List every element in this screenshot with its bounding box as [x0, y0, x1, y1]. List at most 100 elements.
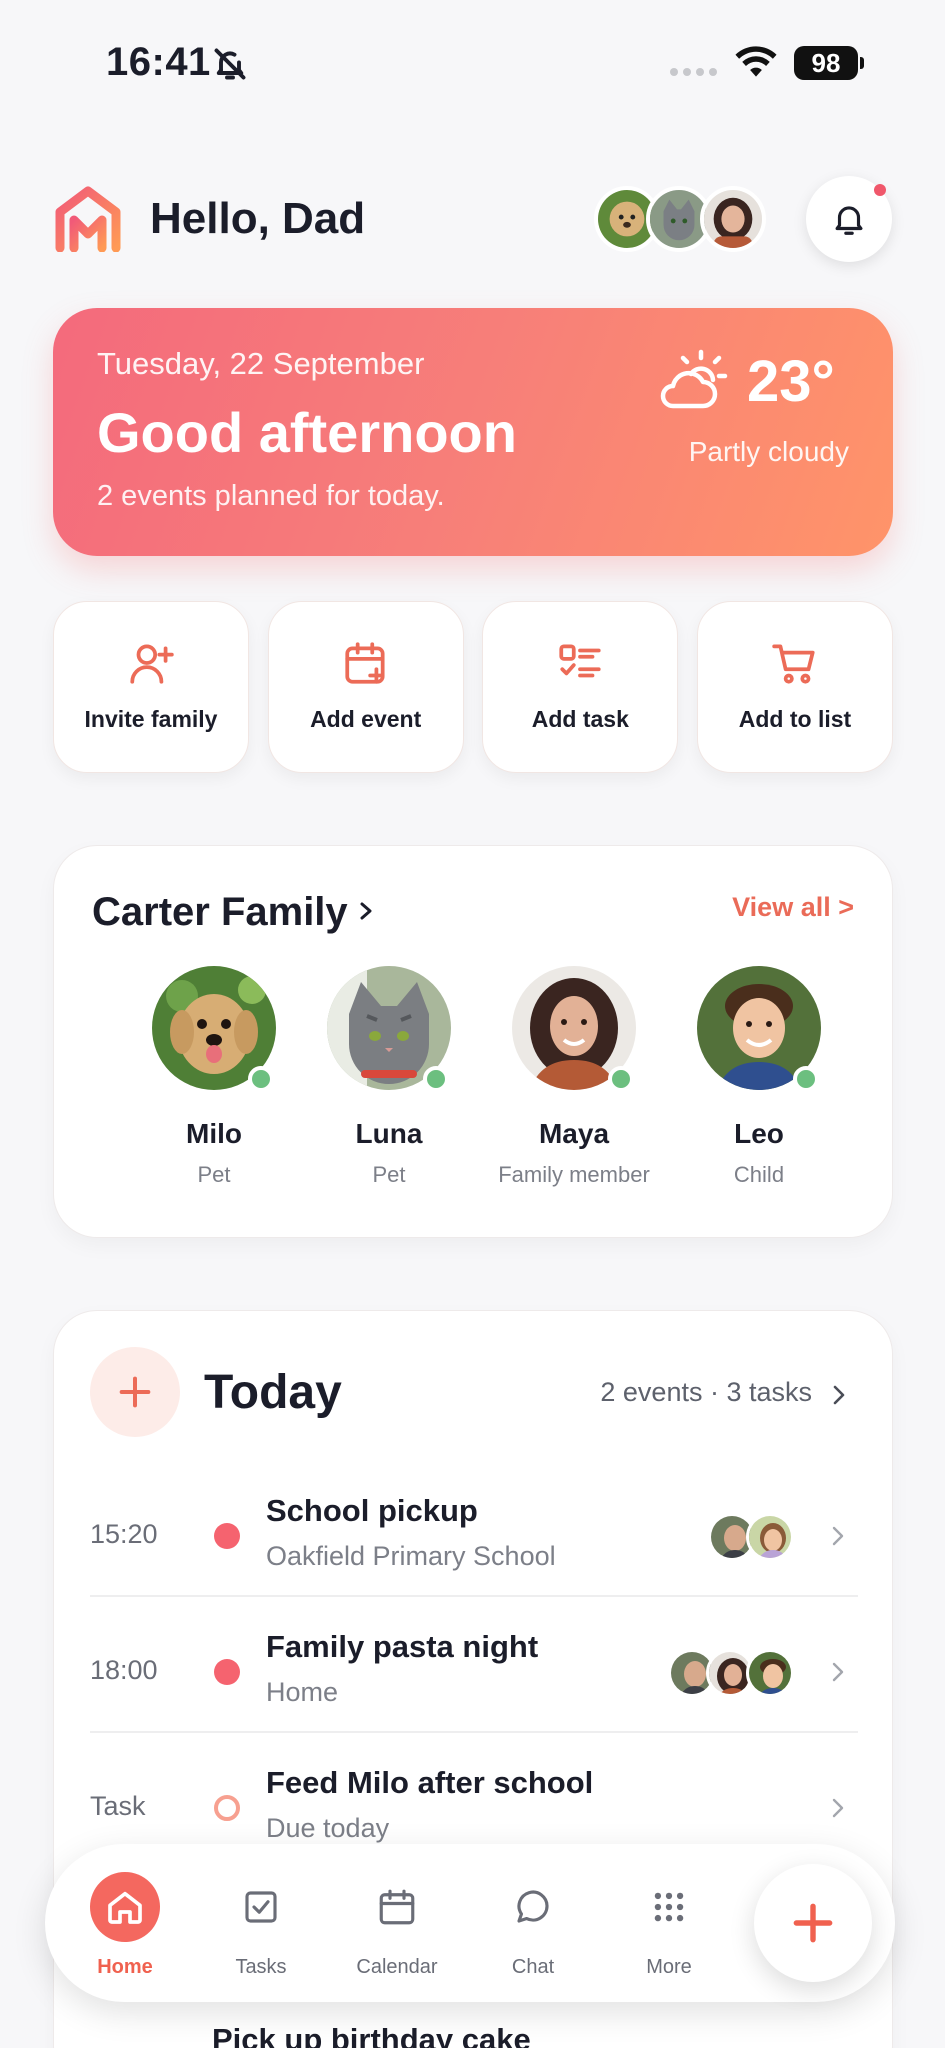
list-item[interactable]: 15:20 School pickup Oakfield Primary Sch…: [90, 1471, 858, 1607]
online-status-dot: [423, 1066, 449, 1092]
greeting-title: Hello, Dad: [150, 194, 366, 243]
item-title: School pickup: [266, 1493, 478, 1528]
bell-muted-icon: [214, 48, 246, 80]
item-title: Family pasta night: [266, 1629, 539, 1664]
checklist-icon: [559, 644, 601, 678]
hero-subtitle: 2 events planned for today.: [97, 480, 445, 512]
notifications-button[interactable]: [806, 176, 892, 262]
view-all-link[interactable]: View all >: [732, 892, 854, 923]
member-luna[interactable]: Luna Pet: [289, 966, 489, 1188]
assignee-avatars: [708, 1513, 794, 1561]
online-status-dot: [793, 1066, 819, 1092]
chat-icon: [517, 1890, 549, 1923]
nav-home[interactable]: Home: [57, 1844, 193, 2002]
nav-label: Tasks: [235, 1956, 287, 1978]
battery-level: 98: [811, 47, 841, 78]
list-item[interactable]: 18:00 Family pasta night Home: [90, 1607, 858, 1743]
item-subtitle: Due today: [266, 1813, 390, 1843]
greeting-hero-card: Tuesday, 22 September Good afternoon 2 e…: [53, 308, 893, 556]
status-time: 16:41: [106, 40, 211, 84]
item-time: 15:20: [90, 1519, 158, 1549]
chevron-right-icon: [832, 1662, 844, 1682]
member-role: Family member: [498, 1162, 650, 1187]
action-label: Invite family: [84, 706, 218, 732]
member-name: Luna: [355, 1118, 423, 1149]
add-fab-button[interactable]: [754, 1864, 872, 1982]
event-dot: [214, 1659, 240, 1685]
item-title-peek: Pick up birthday cake: [212, 2022, 531, 2048]
grid-icon: [654, 1892, 684, 1922]
nav-more[interactable]: More: [601, 1844, 737, 2002]
family-members-list: Milo Pet Luna Pet Maya Family member Leo…: [54, 966, 856, 1206]
member-name: Leo: [734, 1118, 784, 1149]
chevron-right-icon: [832, 1526, 844, 1546]
nav-label: Chat: [511, 1956, 555, 1978]
cellular-signal-icon: [670, 68, 717, 76]
partly-cloudy-icon: [660, 349, 728, 409]
avatar: [512, 966, 636, 1092]
add-user-icon: [130, 644, 174, 684]
nav-chat[interactable]: Chat: [465, 1844, 601, 2002]
nav-label: More: [646, 1956, 692, 1978]
nav-calendar[interactable]: Calendar: [329, 1844, 465, 2002]
event-dot: [214, 1523, 240, 1549]
plus-icon: [793, 1903, 833, 1943]
invite-family-button[interactable]: Invite family: [53, 601, 249, 773]
nav-tasks[interactable]: Tasks: [193, 1844, 329, 2002]
avatar: [697, 966, 821, 1092]
chevron-right-icon[interactable]: [830, 1381, 848, 1409]
wifi-icon: [735, 46, 777, 77]
calendar-add-icon: [345, 642, 385, 684]
action-label: Add task: [531, 706, 629, 732]
app-logo-icon: [55, 186, 121, 252]
member-maya[interactable]: Maya Family member: [474, 966, 674, 1188]
quick-actions: Invite family Add event Add task Add to …: [53, 601, 893, 773]
avatar: [327, 966, 451, 1092]
assignee-avatars: [668, 1649, 794, 1697]
today-summary[interactable]: 2 events · 3 tasks: [600, 1377, 812, 1408]
cart-icon: [772, 644, 815, 684]
nav-label: Calendar: [356, 1956, 438, 1978]
calendar-icon: [379, 1889, 415, 1925]
online-status-dot: [608, 1066, 634, 1092]
hero-title: Good afternoon: [97, 401, 517, 464]
weather-description: Partly cloudy: [688, 436, 849, 467]
member-leo[interactable]: Leo Child: [659, 966, 856, 1188]
today-title: Today: [204, 1366, 342, 1419]
status-bar: 16:41 98: [0, 0, 945, 120]
chevron-right-icon: [832, 1798, 844, 1818]
tasks-icon: [245, 1891, 277, 1923]
bell-icon: [835, 206, 863, 235]
member-role: Pet: [372, 1162, 406, 1187]
member-role: Pet: [197, 1162, 231, 1187]
notification-badge: [874, 184, 886, 196]
task-dot: [214, 1795, 240, 1821]
hero-date: Tuesday, 22 September: [97, 346, 425, 381]
online-status-dot: [248, 1066, 274, 1092]
action-label: Add to list: [738, 706, 852, 732]
temperature: 23°: [747, 349, 835, 414]
action-label: Add event: [310, 706, 422, 732]
add-event-button[interactable]: Add event: [267, 601, 464, 773]
plus-icon: [119, 1376, 151, 1408]
item-title: Feed Milo after school: [266, 1765, 594, 1800]
family-avatar-stack[interactable]: [594, 186, 770, 254]
avatar: [152, 966, 276, 1092]
divider: [90, 1595, 858, 1597]
member-partial[interactable]: P: [844, 966, 856, 1162]
divider: [90, 1731, 858, 1733]
add-task-button[interactable]: Add task: [482, 601, 679, 773]
item-subtitle: Oakfield Primary School: [266, 1541, 556, 1571]
family-card: Carter Family View all > Milo Pet Luna P…: [53, 845, 893, 1238]
family-title[interactable]: Carter Family: [92, 890, 348, 935]
item-time: Task: [90, 1791, 146, 1821]
item-time: 18:00: [90, 1655, 158, 1685]
member-name: P: [844, 1118, 856, 1150]
nav-label: Home: [97, 1956, 153, 1978]
add-today-item-button[interactable]: [90, 1347, 180, 1437]
battery-tip: [860, 57, 864, 69]
battery-indicator: 98: [794, 46, 858, 80]
member-milo[interactable]: Milo Pet: [114, 966, 314, 1188]
add-to-list-button[interactable]: Add to list: [696, 601, 893, 773]
chevron-right-icon[interactable]: [354, 894, 378, 928]
